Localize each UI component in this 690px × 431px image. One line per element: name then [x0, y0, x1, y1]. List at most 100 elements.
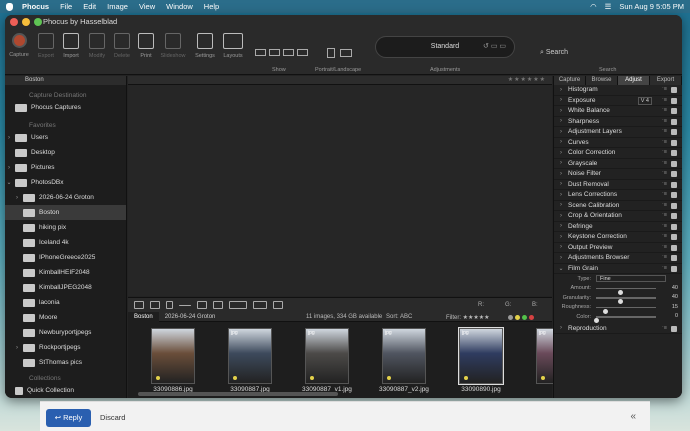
horizontal-scrollbar[interactable]: [138, 392, 338, 396]
single-view-icon[interactable]: [134, 301, 144, 309]
folder-item[interactable]: hiking pix: [5, 220, 126, 235]
control-center-icon[interactable]: ☰: [605, 2, 612, 11]
tool-menu-icon[interactable]: ⋅≡: [662, 181, 667, 187]
menu-file[interactable]: File: [60, 2, 72, 11]
tool-enable-checkbox[interactable]: [671, 160, 677, 167]
thumbnail-image[interactable]: jpg: [305, 328, 349, 384]
tool-enable-checkbox[interactable]: [671, 181, 677, 188]
filter-green-dot[interactable]: [522, 315, 527, 320]
granularity-slider[interactable]: [596, 297, 656, 304]
discard-button[interactable]: Discard: [100, 413, 125, 422]
tool-item[interactable]: › Curves ⋅≡: [554, 138, 682, 148]
tool-item[interactable]: › Keystone Correction ⋅≡: [554, 232, 682, 243]
layouts-button[interactable]: Layouts: [219, 33, 247, 59]
tool-enable-checkbox[interactable]: [671, 97, 677, 104]
tool-enable-checkbox[interactable]: [671, 150, 677, 156]
thumbnail-image[interactable]: [151, 328, 195, 384]
folder-item[interactable]: Moore: [5, 310, 126, 325]
tool-menu-icon[interactable]: ⋅≡: [662, 244, 667, 250]
thumbnail[interactable]: jpg 33090890.jpg: [446, 327, 516, 393]
tool-enable-checkbox[interactable]: [671, 244, 677, 251]
tool-menu-icon[interactable]: ⋅≡: [662, 86, 667, 92]
adjustment-preset-selector[interactable]: Standard ↺ ▭ ▭: [375, 36, 515, 58]
compare-view-icon[interactable]: [150, 301, 160, 309]
thumbnail-image[interactable]: jpg: [382, 328, 426, 384]
folder-item[interactable]: KimballJPEG2048: [5, 280, 126, 295]
tool-item[interactable]: › Defringe ⋅≡: [554, 222, 682, 232]
thumbnail[interactable]: jpg 33090887_v2.jpg: [369, 328, 439, 393]
tool-menu-icon[interactable]: ⋅≡: [662, 223, 667, 229]
tool-enable-checkbox[interactable]: [671, 139, 677, 146]
tool-item[interactable]: › Output Preview ⋅≡: [554, 243, 682, 253]
tab-export[interactable]: Export: [650, 76, 682, 85]
tab-capture[interactable]: Capture: [554, 76, 586, 85]
thumbnail-image[interactable]: jpg: [458, 327, 504, 385]
tool-enable-checkbox[interactable]: [671, 202, 677, 209]
path-bar[interactable]: Boston: [5, 76, 126, 85]
tool-menu-icon[interactable]: ⋅≡: [662, 170, 667, 176]
tool-reproduction[interactable]: › Reproduction ⋅≡: [554, 324, 682, 334]
minimize-window-button[interactable]: [22, 18, 30, 26]
straighten-tool-icon[interactable]: [179, 304, 191, 306]
show-mode-1-icon[interactable]: [255, 49, 266, 56]
folder-item[interactable]: › Pictures: [5, 160, 126, 175]
modify-button[interactable]: Modify: [83, 33, 111, 59]
tool-menu-icon[interactable]: ⋅≡: [662, 325, 667, 331]
tool-menu-icon[interactable]: ⋅≡: [662, 97, 667, 103]
tool-menu-icon[interactable]: ⋅≡: [662, 202, 667, 208]
disclosure-arrow-icon[interactable]: ›: [5, 135, 13, 141]
tool-menu-icon[interactable]: ⋅≡: [662, 139, 667, 145]
wifi-icon[interactable]: ◠: [590, 2, 597, 11]
tool-menu-icon[interactable]: ⋅≡: [662, 254, 667, 260]
folder-item[interactable]: Newburyportjpegs: [5, 325, 126, 340]
folder-item[interactable]: › Rockportjpegs: [5, 340, 126, 355]
collapse-chevron-icon[interactable]: «: [630, 411, 636, 422]
tool-item[interactable]: › Grayscale ⋅≡: [554, 159, 682, 169]
import-button[interactable]: Import: [57, 33, 85, 59]
hand-tool-icon[interactable]: [213, 301, 223, 309]
show-mode-3-icon[interactable]: [283, 49, 294, 56]
tool-item[interactable]: › Sharpness ⋅≡: [554, 117, 682, 127]
tab-adjust[interactable]: Adjust: [618, 76, 650, 85]
tool-enable-checkbox[interactable]: [671, 255, 677, 261]
tool-enable-checkbox[interactable]: [671, 213, 677, 219]
filter-gray-dot[interactable]: [508, 315, 513, 320]
thumbnail[interactable]: jpg 33090887_v1.jpg: [292, 328, 362, 393]
strip-toggle-icon[interactable]: [229, 301, 247, 309]
tool-item[interactable]: › Color Correction ⋅≡: [554, 148, 682, 159]
tool-enable-checkbox[interactable]: [671, 118, 677, 125]
settings-button[interactable]: Settings: [191, 33, 219, 59]
filter-yellow-dot[interactable]: [515, 315, 520, 320]
thumbnail[interactable]: 33090886.jpg: [138, 328, 208, 393]
tool-menu-icon[interactable]: ⋅≡: [662, 160, 667, 166]
tool-version-badge[interactable]: V 4: [637, 96, 652, 105]
landscape-icon[interactable]: [340, 49, 352, 57]
tool-enable-checkbox[interactable]: [671, 108, 677, 114]
tool-item[interactable]: › Noise Filter ⋅≡: [554, 169, 682, 180]
tool-enable-checkbox[interactable]: [671, 171, 677, 177]
folder-item[interactable]: StThomas pics: [5, 355, 126, 370]
sort-control[interactable]: Sort: ABC: [386, 314, 412, 320]
roughness-value[interactable]: 15: [672, 304, 678, 310]
grain-type-select[interactable]: Fine: [596, 275, 666, 282]
phocus-captures-item[interactable]: Phocus Captures: [5, 100, 126, 115]
tool-item[interactable]: › Adjustment Layers ⋅≡: [554, 127, 682, 138]
folder-item[interactable]: Desktop: [5, 145, 126, 160]
amount-value[interactable]: 40: [672, 285, 678, 291]
tool-enable-checkbox[interactable]: [671, 223, 677, 230]
capture-button[interactable]: Capture: [5, 33, 33, 58]
tool-item[interactable]: › Scene Calibration ⋅≡: [554, 201, 682, 211]
color-value[interactable]: 0: [675, 313, 678, 319]
amount-slider[interactable]: [596, 287, 656, 295]
tool-item[interactable]: › Dust Removal ⋅≡: [554, 180, 682, 190]
tool-menu-icon[interactable]: ⋅≡: [662, 212, 667, 218]
crop-tool-icon[interactable]: [166, 301, 173, 309]
zoom-window-button[interactable]: [34, 18, 42, 26]
tab-browse[interactable]: Browse: [586, 76, 618, 85]
clock[interactable]: Sun Aug 9 5:05 PM: [619, 2, 684, 11]
show-mode-4-icon[interactable]: [297, 49, 308, 56]
tab-groton[interactable]: 2026-06-24 Groton: [159, 312, 222, 322]
menu-help[interactable]: Help: [204, 2, 219, 11]
granularity-value[interactable]: 40: [672, 294, 678, 300]
tool-item[interactable]: › Crop & Orientation ⋅≡: [554, 211, 682, 222]
